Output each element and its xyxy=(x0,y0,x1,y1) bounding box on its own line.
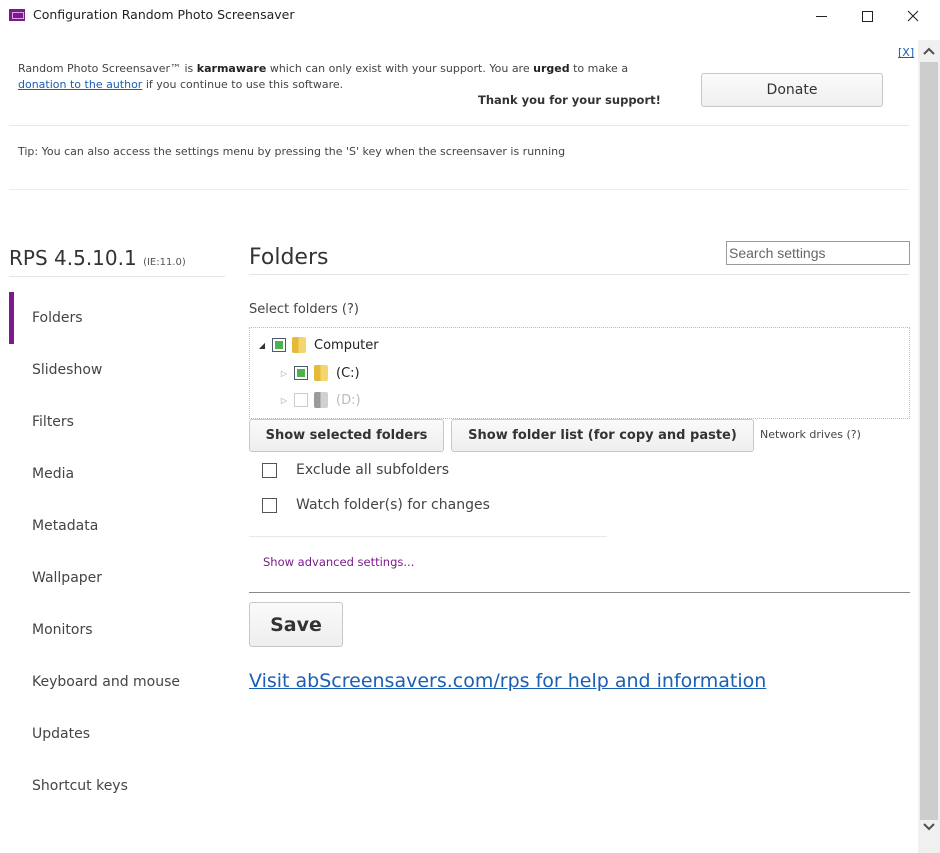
sidebar-item-shortcut-keys[interactable]: Shortcut keys xyxy=(9,760,229,812)
donation-text: to make a xyxy=(569,62,629,75)
donation-link[interactable]: donation to the author xyxy=(18,78,142,91)
tree-node-c-drive[interactable]: ▷ (C:) xyxy=(278,362,360,384)
sidebar-item-updates[interactable]: Updates xyxy=(9,708,229,760)
folder-icon xyxy=(292,337,306,353)
version-heading: RPS 4.5.10.1 (IE:11.0) xyxy=(9,246,186,270)
exclude-subfolders-option[interactable]: Exclude all subfolders xyxy=(262,462,449,478)
maximize-icon xyxy=(861,10,873,22)
sidebar-item-monitors[interactable]: Monitors xyxy=(9,604,229,656)
chevron-down-icon xyxy=(923,823,935,831)
scroll-thumb[interactable] xyxy=(920,62,938,820)
divider xyxy=(249,536,607,537)
vertical-scrollbar[interactable] xyxy=(918,40,940,853)
donation-message: Random Photo Screensaver™ is karmaware w… xyxy=(18,61,678,93)
version-number: RPS 4.5.10.1 xyxy=(9,246,137,270)
donation-text: Random Photo Screensaver™ is xyxy=(18,62,197,75)
save-button[interactable]: Save xyxy=(249,602,343,647)
title-bar: Configuration Random Photo Screensaver xyxy=(0,0,940,32)
sidebar-item-metadata[interactable]: Metadata xyxy=(9,500,229,552)
select-folders-label: Select folders (?) xyxy=(249,302,359,317)
donate-button[interactable]: Donate xyxy=(701,73,883,107)
tree-node-label: (D:) xyxy=(336,392,361,408)
network-drives-help[interactable]: Network drives (?) xyxy=(760,428,861,441)
minimize-icon xyxy=(815,15,827,17)
close-icon xyxy=(907,10,919,22)
settings-nav: Folders Slideshow Filters Media Metadata… xyxy=(9,292,229,812)
sidebar-item-wallpaper[interactable]: Wallpaper xyxy=(9,552,229,604)
donation-text: which can only exist with your support. … xyxy=(266,62,534,75)
divider xyxy=(9,189,909,190)
karmaware-text: karmaware xyxy=(196,62,267,75)
rps-app-icon xyxy=(9,9,25,21)
option-label: Exclude all subfolders xyxy=(296,462,450,478)
tree-checkbox[interactable] xyxy=(294,366,308,380)
divider xyxy=(249,274,909,275)
expanded-arrow-icon[interactable]: ◢ xyxy=(256,341,268,350)
scroll-down-button[interactable] xyxy=(918,816,940,838)
watch-folders-checkbox[interactable] xyxy=(262,497,277,513)
option-label: Watch folder(s) for changes xyxy=(296,497,490,513)
sidebar-item-media[interactable]: Media xyxy=(9,448,229,500)
tip-text: Tip: You can also access the settings me… xyxy=(18,145,566,158)
tree-checkbox[interactable] xyxy=(272,338,286,352)
show-folder-list-button[interactable]: Show folder list (for copy and paste) xyxy=(451,419,754,452)
help-link[interactable]: Visit abScreensavers.com/rps for help an… xyxy=(249,670,766,692)
search-settings-input[interactable] xyxy=(726,241,910,265)
collapsed-arrow-icon: ▷ xyxy=(280,395,288,405)
tree-node-label: Computer xyxy=(314,337,379,353)
folder-tree[interactable]: ◢ Computer ▷ (C:) ▷ (D:) xyxy=(249,327,910,419)
donation-text: if you continue to use this software. xyxy=(142,78,344,91)
minimize-button[interactable] xyxy=(798,0,844,32)
watch-folders-option[interactable]: Watch folder(s) for changes xyxy=(262,497,490,513)
folder-icon xyxy=(314,365,328,381)
sidebar-item-keyboard-and-mouse[interactable]: Keyboard and mouse xyxy=(9,656,229,708)
maximize-button[interactable] xyxy=(844,0,890,32)
exclude-subfolders-checkbox[interactable] xyxy=(262,462,277,478)
collapsed-arrow-icon[interactable]: ▷ xyxy=(278,369,290,378)
chevron-up-icon xyxy=(923,47,935,55)
tree-node-label: (C:) xyxy=(336,365,360,381)
tree-checkbox xyxy=(294,393,308,407)
ie-version: (IE:11.0) xyxy=(143,257,186,268)
divider xyxy=(9,125,909,126)
thanks-text: Thank you for your support! xyxy=(478,93,661,107)
close-button[interactable] xyxy=(890,0,936,32)
sidebar-item-slideshow[interactable]: Slideshow xyxy=(9,344,229,396)
tree-node-d-drive: ▷ (D:) xyxy=(278,389,361,411)
divider xyxy=(9,276,225,277)
divider xyxy=(249,592,910,593)
urged-text: urged xyxy=(533,62,570,75)
drive-icon xyxy=(314,392,328,408)
tree-node-computer[interactable]: ◢ Computer xyxy=(256,334,379,356)
show-advanced-settings-link[interactable]: Show advanced settings... xyxy=(263,555,414,569)
window-title: Configuration Random Photo Screensaver xyxy=(33,7,295,22)
sidebar-item-folders[interactable]: Folders xyxy=(9,292,229,344)
show-selected-folders-button[interactable]: Show selected folders xyxy=(249,419,444,452)
sidebar-item-filters[interactable]: Filters xyxy=(9,396,229,448)
close-banner-link[interactable]: [X] xyxy=(898,46,914,59)
scroll-up-button[interactable] xyxy=(918,40,940,62)
page-title: Folders xyxy=(249,245,329,270)
